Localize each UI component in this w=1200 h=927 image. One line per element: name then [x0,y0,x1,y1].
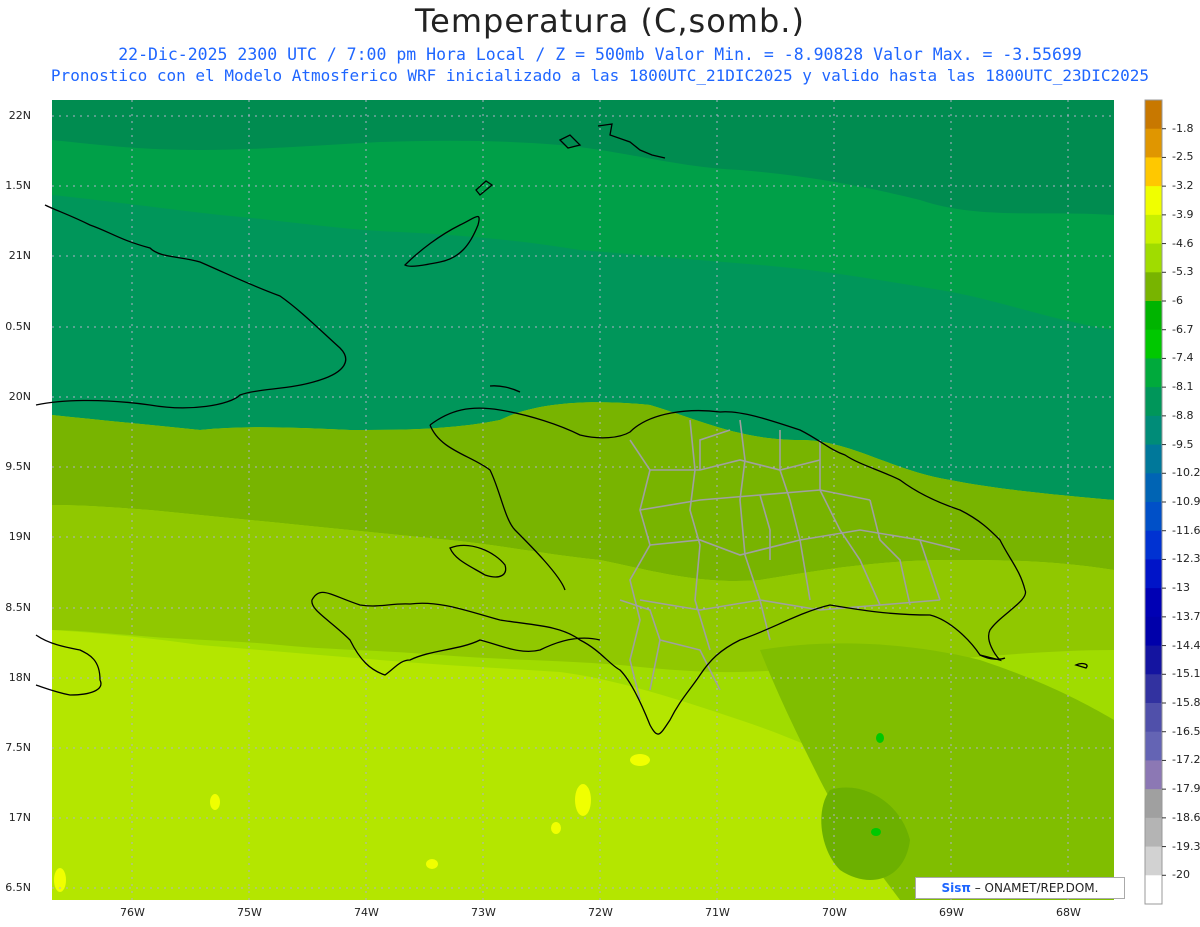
lat-label: 20N [8,390,31,403]
colorbar-label: -13.7 [1172,609,1200,623]
temperature-field [52,100,1114,900]
colorbar-label: -14.4 [1172,638,1200,652]
lat-label: 18N [8,671,31,684]
credit-box: Sisπ – ONAMET/REP.DOM. [915,877,1125,899]
colorbar-label: -13 [1172,581,1190,595]
lat-label: 0.5N [5,320,31,333]
temperature-map [35,100,1114,900]
lon-label: 68W [1056,906,1081,919]
lon-label: 73W [471,906,496,919]
colorbar-label: -18.6 [1172,810,1200,824]
colorbar-label: -20 [1172,868,1190,882]
lon-label: 71W [705,906,730,919]
lat-label: 1.5N [5,179,31,192]
colorbar-label: -8.8 [1172,408,1194,422]
lon-label: 72W [588,906,613,919]
colorbar-label: -7.4 [1172,351,1194,365]
colorbar-label: -15.8 [1172,696,1200,709]
map-subtitle-timestamp: 22-Dic-2025 2300 UTC / 7:00 pm Hora Loca… [118,45,1082,64]
colorbar-label: -10.9 [1172,495,1200,508]
colorbar-label: -17.9 [1172,782,1200,796]
colorbar-label: -17.2 [1172,753,1200,767]
credit-brand: Sisπ [941,881,971,895]
colorbar-label: -10.2 [1172,466,1200,480]
lat-label: 6.5N [5,881,31,894]
map-subtitle-model: Pronostico con el Modelo Atmosferico WRF… [50,66,1150,85]
lon-label: 75W [237,906,262,919]
lat-label: 8.5N [5,601,31,614]
colorbar-label: -8.1 [1172,380,1194,394]
lat-label: 21N [8,249,31,262]
colorbar-label: -19.3 [1172,839,1200,853]
lat-label: 19N [8,530,31,543]
lat-label: 9.5N [5,460,31,473]
colorbar-label: -5.3 [1172,265,1194,279]
colorbar-label: -1.8 [1172,121,1194,135]
colorbar-label: -11.6 [1172,523,1200,537]
colorbar-label: -6.7 [1172,322,1194,336]
credit-text: – ONAMET/REP.DOM. [970,881,1099,895]
colorbar-label: -3.9 [1172,207,1194,221]
colorbar-label: -9.5 [1172,437,1194,451]
lat-label: 17N [8,811,31,824]
lon-label: 70W [822,906,847,919]
colorbar-label: -16.5 [1172,724,1200,738]
colorbar-label: -15.1 [1172,667,1200,681]
colorbar-label: -4.6 [1172,236,1194,250]
lat-label: 22N [8,109,31,122]
lon-label: 74W [354,906,379,919]
colorbar-label: -6 [1172,294,1183,307]
map-title: Temperatura (C,somb.) [415,2,805,40]
colorbar-label: -2.5 [1172,150,1194,164]
colorbar-label: -3.2 [1172,179,1194,193]
lon-label: 76W [120,906,145,919]
lat-label: 7.5N [5,741,31,754]
lon-label: 69W [939,906,964,919]
colorbar-label: -12.3 [1172,552,1200,566]
